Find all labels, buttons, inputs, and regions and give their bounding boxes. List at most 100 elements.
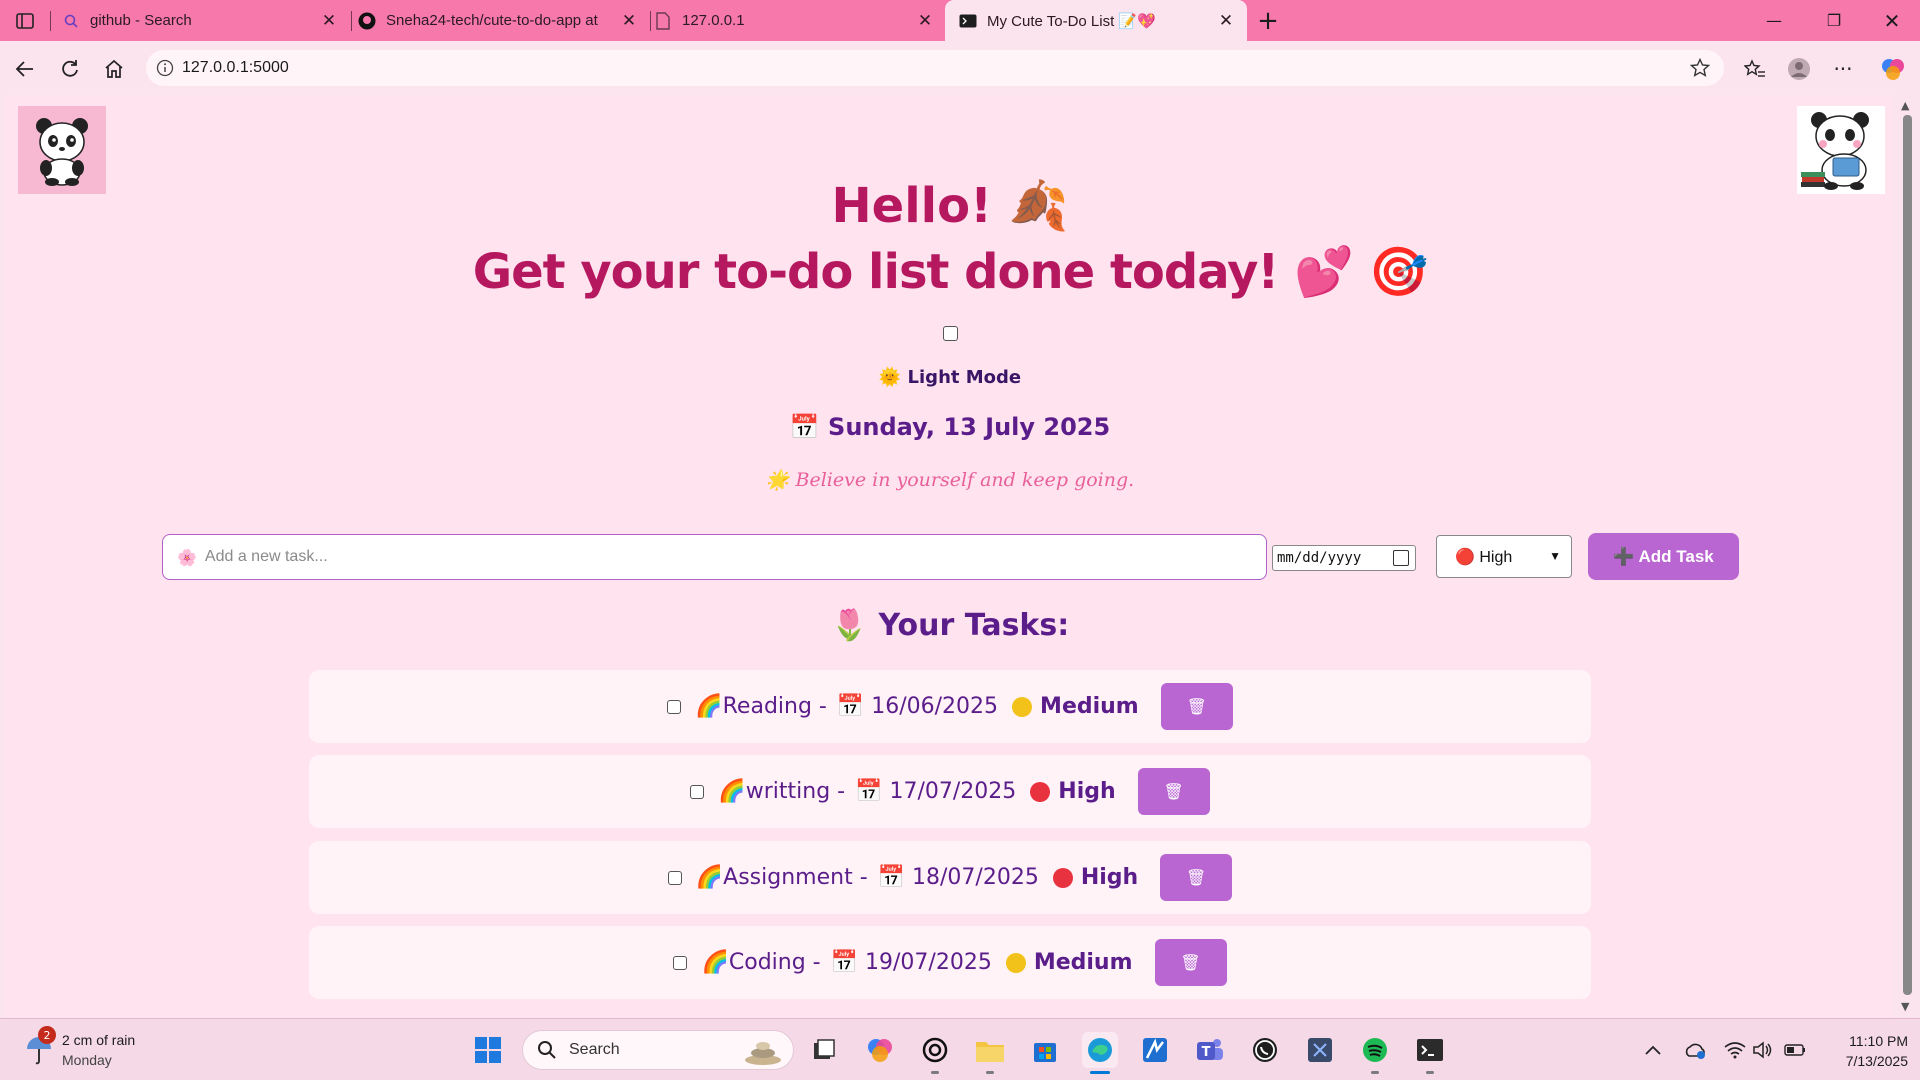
show-hidden-icons-button[interactable]: [1638, 1032, 1668, 1068]
page-viewport: Hello! 🍂 Get your to-do list done today!…: [6, 95, 1894, 1018]
visual-studio-button[interactable]: [1302, 1032, 1338, 1068]
network-button[interactable]: [1720, 1032, 1750, 1068]
trash-icon: 🗑: [1186, 697, 1207, 716]
chevron-down-icon: ▼: [1549, 549, 1561, 563]
trash-icon: 🗑: [1180, 953, 1201, 972]
task-view-icon: [814, 1039, 835, 1059]
back-button[interactable]: [8, 52, 42, 86]
browser-toolbar: 127.0.0.1:5000 ···: [0, 41, 1920, 95]
file-explorer-button[interactable]: [972, 1032, 1008, 1074]
edge-icon: [1088, 1038, 1112, 1062]
task-name: 🌈Assignment -: [695, 865, 868, 890]
taskbar-clock[interactable]: 11:10 PM 7/13/2025: [1818, 1031, 1908, 1071]
theme-toggle-checkbox[interactable]: [943, 326, 958, 341]
settings-more-button[interactable]: ···: [1826, 52, 1860, 86]
task-priority: Medium: [1033, 950, 1133, 975]
tab-close-icon[interactable]: ✕: [1213, 11, 1239, 31]
clock-time: 11:10 PM: [1849, 1033, 1908, 1049]
svg-text:T: T: [1202, 1045, 1211, 1060]
task-complete-checkbox[interactable]: [690, 784, 705, 799]
battery-icon: [1784, 1044, 1805, 1056]
refresh-button[interactable]: [53, 52, 87, 86]
scroll-up-icon[interactable]: ▲: [1901, 99, 1909, 112]
theme-mode-label: 🌞 Light Mode: [878, 367, 1022, 388]
edge-browser-button[interactable]: [1082, 1032, 1118, 1074]
whatsapp-icon: [1253, 1038, 1277, 1062]
restore-button[interactable]: ❐: [1806, 0, 1862, 41]
tab-localhost[interactable]: 127.0.0.1 ✕: [592, 0, 946, 41]
due-date-input[interactable]: mm/dd/yyyy: [1272, 545, 1416, 571]
microsoft-store-button[interactable]: [1027, 1032, 1063, 1068]
profile-button[interactable]: [1782, 52, 1816, 86]
delete-task-button[interactable]: 🗑: [1160, 854, 1233, 901]
copilot-icon: [1882, 59, 1904, 80]
task-due-date: 📅 18/07/2025: [877, 865, 1039, 890]
tasks-heading: 🌷 Your Tasks:: [830, 608, 1070, 643]
search-highlight-stones-icon: [745, 1042, 781, 1065]
delete-task-button[interactable]: 🗑: [1154, 939, 1227, 986]
spotify-icon: [1363, 1038, 1387, 1062]
copilot-app-button[interactable]: [862, 1032, 898, 1068]
weather-widget[interactable]: 2 2 cm of rain Monday: [24, 1026, 135, 1070]
clock-date: 7/13/2025: [1845, 1053, 1908, 1069]
teams-button[interactable]: T: [1192, 1032, 1228, 1068]
minimize-button[interactable]: —: [1746, 0, 1802, 41]
onedrive-button[interactable]: [1680, 1032, 1710, 1068]
add-task-button[interactable]: ➕ Add Task: [1588, 533, 1739, 580]
address-bar[interactable]: 127.0.0.1:5000: [146, 50, 1724, 86]
task-name: 🌈writting -: [718, 779, 846, 804]
start-button[interactable]: [470, 1032, 506, 1068]
tab-todo-list[interactable]: My Cute To-Do List 📝💖 ✕: [945, 0, 1247, 41]
scroll-down-icon[interactable]: ▼: [1901, 1000, 1909, 1013]
calendar-icon[interactable]: [1393, 550, 1409, 566]
new-tab-button[interactable]: +: [1240, 0, 1296, 41]
current-date: 📅 Sunday, 13 July 2025: [789, 413, 1111, 441]
volume-button[interactable]: [1748, 1032, 1778, 1068]
whatsapp-button[interactable]: [1247, 1032, 1283, 1068]
task-priority: Medium: [1040, 694, 1139, 719]
task-item: 🌈Assignment - 📅 18/07/2025 High 🗑: [309, 841, 1591, 914]
copilot-button[interactable]: [1876, 52, 1910, 86]
trash-icon: 🗑: [1163, 782, 1184, 801]
chatgpt-icon: [922, 1037, 948, 1063]
powerautomate-button[interactable]: [1137, 1032, 1173, 1068]
refresh-icon: [62, 60, 78, 77]
battery-button[interactable]: [1780, 1032, 1810, 1068]
home-icon: [105, 59, 123, 78]
terminal-button[interactable]: [1412, 1032, 1448, 1074]
task-view-button[interactable]: [806, 1032, 842, 1068]
task-complete-checkbox[interactable]: [667, 870, 682, 885]
favorites-icon: [1744, 59, 1765, 77]
active-indicator: [1090, 1071, 1110, 1074]
spotify-button[interactable]: [1357, 1032, 1393, 1074]
delete-task-button[interactable]: 🗑: [1137, 768, 1210, 815]
task-input-placeholder: Add a new task...: [204, 548, 328, 565]
running-indicator: [1426, 1071, 1434, 1074]
page-scrollbar[interactable]: ▲ ▼: [1894, 95, 1920, 1018]
back-arrow-icon: [15, 61, 33, 77]
delete-task-button[interactable]: 🗑: [1160, 683, 1233, 730]
task-due-date: 📅 19/07/2025: [830, 950, 992, 975]
terminal-icon: [1417, 1039, 1443, 1061]
favorites-button[interactable]: [1738, 52, 1772, 86]
motivational-quote: 🌟 Believe in yourself and keep going.: [765, 469, 1135, 491]
cloud-icon: [1685, 1043, 1705, 1059]
tab-close-icon[interactable]: ✕: [912, 11, 938, 31]
code-editor-icon: [1308, 1038, 1332, 1062]
taskbar-search[interactable]: Search: [522, 1030, 794, 1070]
new-task-input[interactable]: 🌸 Add a new task...: [162, 534, 1267, 580]
priority-select[interactable]: 🔴 High ▼: [1436, 535, 1572, 578]
chatgpt-app-button[interactable]: [917, 1032, 953, 1074]
info-icon[interactable]: [156, 59, 174, 77]
task-item: 🌈Reading - 📅 16/06/2025 Medium 🗑: [309, 670, 1591, 743]
close-window-button[interactable]: ✕: [1864, 0, 1920, 41]
scrollbar-thumb[interactable]: [1903, 115, 1912, 995]
tab-title: 127.0.0.1: [682, 12, 745, 29]
home-button[interactable]: [97, 52, 131, 86]
task-complete-checkbox[interactable]: [667, 699, 682, 714]
favorite-star-icon[interactable]: [1690, 58, 1710, 78]
weather-day: Monday: [62, 1052, 112, 1068]
tab-title: github - Search: [90, 12, 192, 29]
task-complete-checkbox[interactable]: [673, 955, 688, 970]
search-icon: [538, 1041, 556, 1059]
